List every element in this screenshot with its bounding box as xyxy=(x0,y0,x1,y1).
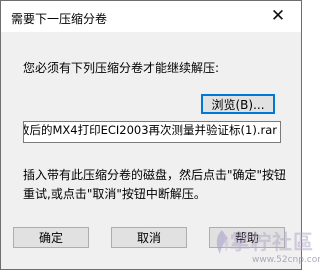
title-bar: 需要下一压缩分卷 ✕ xyxy=(1,1,301,32)
instruction-text: 插入带有此压缩分卷的磁盘，然后点击"确定"按钮重试,或点击"取消"按钮中断解压。 xyxy=(23,168,287,201)
volume-path-field[interactable]: 已修改后的MX4打印ECI2003再次测量并验证标(1).rar xyxy=(23,121,281,143)
volume-path-value: 已修改后的MX4打印ECI2003再次测量并验证标(1).rar xyxy=(23,123,277,137)
volume-required-dialog: 需要下一压缩分卷 ✕ 您必须有下列压缩分卷才能继续解压: 浏览(B)... 已修… xyxy=(0,0,302,270)
browse-button[interactable]: 浏览(B)... xyxy=(201,94,275,114)
ok-button[interactable]: 确定 xyxy=(13,227,89,248)
prompt-label: 您必须有下列压缩分卷才能继续解压: xyxy=(23,61,220,75)
help-button[interactable]: 帮助 xyxy=(209,227,285,248)
window-title: 需要下一压缩分卷 xyxy=(11,12,108,26)
close-icon: ✕ xyxy=(270,6,286,26)
cancel-button[interactable]: 取消 xyxy=(111,227,187,248)
close-button[interactable]: ✕ xyxy=(255,1,301,32)
